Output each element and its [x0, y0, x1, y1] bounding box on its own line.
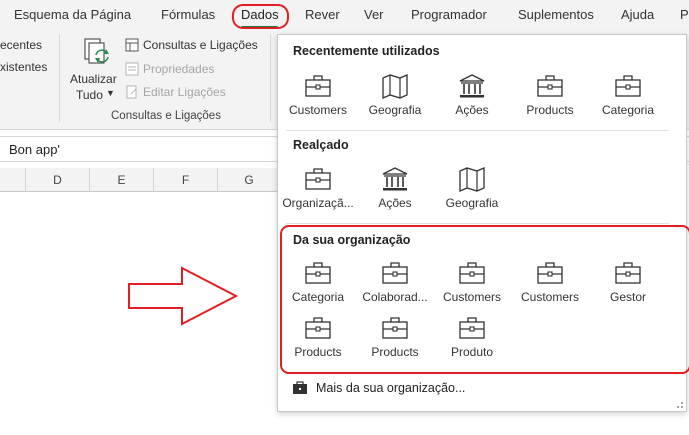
data-type-label: Ações: [378, 196, 412, 210]
column-header-e[interactable]: E: [90, 168, 154, 192]
briefcase-icon: [615, 75, 641, 97]
tab-developer[interactable]: Programador: [411, 7, 487, 22]
section-title-recent: Recentemente utilizados: [293, 44, 440, 58]
data-type-label: Geografia: [445, 196, 499, 210]
edit-links-button[interactable]: Editar Ligações: [143, 85, 226, 99]
tab-formulas[interactable]: Fórmulas: [161, 7, 215, 22]
refresh-all-icon: [84, 38, 109, 64]
column-headers: D E F G: [0, 168, 280, 192]
annotation-arrow-icon: [128, 266, 239, 326]
data-type-label: Customers: [288, 103, 347, 117]
tab-review[interactable]: Rever: [305, 7, 340, 22]
map-icon: [459, 167, 485, 192]
edit-links-icon: [126, 85, 137, 99]
data-type-tile[interactable]: Products: [512, 73, 588, 123]
data-type-tile[interactable]: Ações: [357, 166, 433, 216]
bank-icon: [382, 167, 408, 191]
section-divider: [286, 130, 669, 131]
data-type-label: Geografia: [368, 103, 422, 117]
ribbon-tabbar: Esquema da Página Fórmulas Dados Rever V…: [0, 0, 689, 32]
chevron-down-icon: ▼: [106, 88, 115, 98]
tab-view[interactable]: Ver: [364, 7, 384, 22]
briefcase-icon: [537, 75, 563, 97]
queries-icon: [125, 38, 139, 52]
group-label-queries: Consultas e Ligações: [111, 110, 221, 122]
map-icon: [382, 74, 408, 99]
briefcase-icon: [305, 75, 331, 97]
tab-page-layout[interactable]: Esquema da Página: [14, 7, 131, 22]
data-types-gallery: Recentemente utilizados Customers Geograf…: [277, 34, 689, 412]
group-separator: [270, 34, 271, 122]
resize-grip-icon[interactable]: [676, 401, 684, 409]
data-type-tile[interactable]: Geografia: [357, 73, 433, 123]
data-type-tile[interactable]: Geografia: [434, 166, 510, 216]
tab-help[interactable]: Ajuda: [621, 7, 654, 22]
refresh-all-button[interactable]: Atualizar Tudo ▼: [68, 34, 120, 104]
data-type-tile[interactable]: Categoria: [590, 73, 666, 123]
refresh-all-label-1: Atualizar: [70, 72, 117, 86]
refresh-all-label-2: Tudo: [76, 88, 103, 102]
column-header-f[interactable]: F: [154, 168, 218, 192]
briefcase-icon: [305, 168, 331, 190]
column-header-g[interactable]: G: [218, 168, 280, 192]
data-type-tile[interactable]: Customers: [280, 73, 356, 123]
recent-sources-partial[interactable]: ecentes: [0, 38, 42, 52]
column-header-d[interactable]: D: [26, 168, 90, 192]
properties-button[interactable]: Propriedades: [143, 62, 214, 76]
data-type-label: Categoria: [601, 103, 655, 117]
briefcase-icon: [293, 381, 307, 394]
group-separator: [59, 34, 60, 122]
data-type-label: Products: [526, 103, 574, 117]
organization-highlight-box: [280, 225, 689, 374]
tab-add-ins[interactable]: Suplementos: [518, 7, 594, 22]
more-from-organization-label: Mais da sua organização...: [316, 381, 466, 395]
tab-partial[interactable]: P: [680, 7, 689, 22]
data-type-tile[interactable]: Organizaçã...: [280, 166, 356, 216]
queries-connections-button[interactable]: Consultas e Ligações: [143, 38, 258, 52]
data-type-label: Organizaçã...: [282, 196, 354, 210]
section-title-featured: Realçado: [293, 138, 349, 152]
column-header-partial[interactable]: [0, 168, 26, 192]
data-type-tile[interactable]: Ações: [434, 73, 510, 123]
properties-icon: [125, 62, 139, 76]
formula-bar-value: Bon app': [9, 142, 60, 157]
tab-highlight-circle: [232, 4, 289, 29]
existing-connections-partial[interactable]: xistentes: [0, 60, 47, 74]
data-type-label: Ações: [455, 103, 489, 117]
bank-icon: [459, 74, 485, 98]
section-divider: [286, 223, 669, 224]
